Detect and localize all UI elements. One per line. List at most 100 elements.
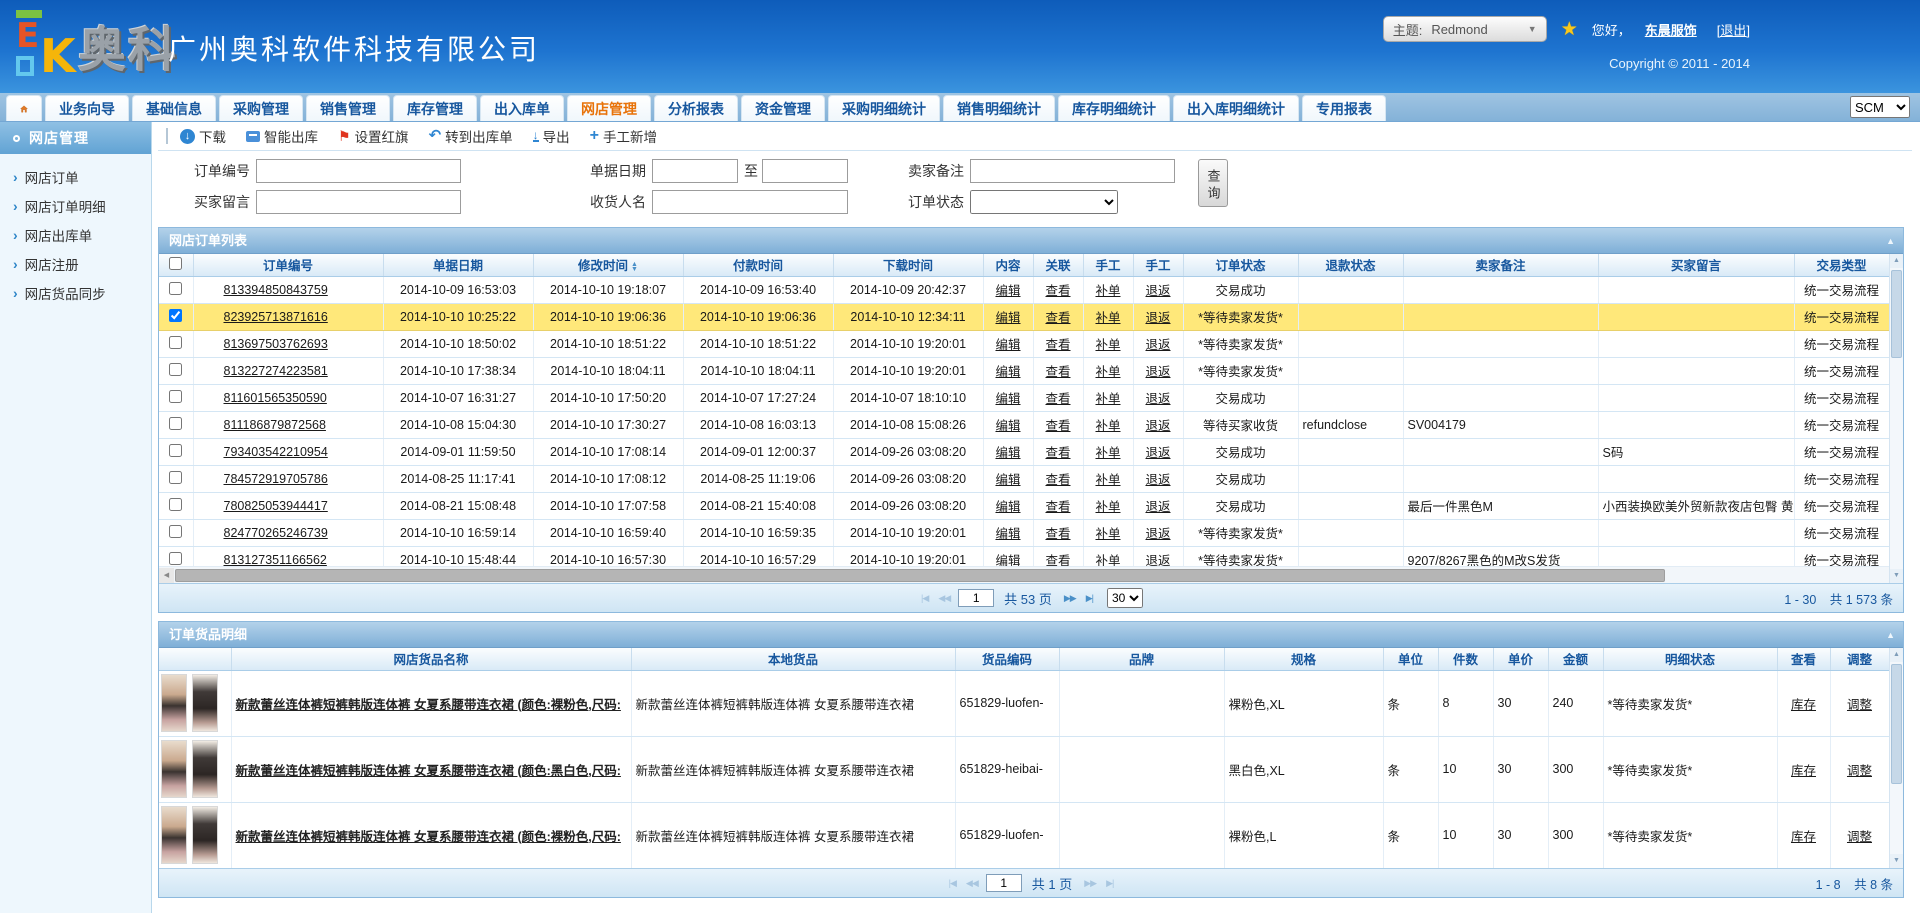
vertical-scroll-thumb[interactable]	[1891, 270, 1902, 358]
adjust-link[interactable]: 调整	[1847, 830, 1872, 844]
return-link[interactable]: 退返	[1145, 527, 1170, 541]
page-size-select[interactable]: 30	[1107, 588, 1143, 608]
order-row[interactable]: 813394850843759 2014-10-09 16:53:03 2014…	[159, 276, 1889, 303]
col-shop-name[interactable]: 网店货品名称	[231, 648, 631, 670]
edit-link[interactable]: 编辑	[995, 419, 1020, 433]
order-row[interactable]: 793403542210954 2014-09-01 11:59:50 2014…	[159, 438, 1889, 465]
edit-link[interactable]: 编辑	[995, 365, 1020, 379]
edit-link[interactable]: 编辑	[995, 392, 1020, 406]
next-page-button[interactable]: ▶▶	[1082, 878, 1098, 889]
sidebar-item[interactable]: › 网店注册	[0, 249, 151, 278]
col-spec[interactable]: 规格	[1224, 648, 1383, 670]
order-number-link[interactable]: 824770265246739	[224, 526, 328, 540]
col-refund-status[interactable]: 退款状态	[1298, 254, 1403, 276]
order-row[interactable]: 824770265246739 2014-10-10 16:59:14 2014…	[159, 519, 1889, 546]
scroll-up-arrow-icon[interactable]: ▲	[1890, 254, 1903, 268]
return-link[interactable]: 退返	[1145, 473, 1170, 487]
col-trade-type[interactable]: 交易类型	[1794, 254, 1889, 276]
scroll-left-arrow-icon[interactable]: ◀	[159, 568, 174, 583]
horizontal-scrollbar[interactable]: ◀	[159, 566, 1889, 583]
collapse-icon[interactable]: ▲	[1886, 622, 1895, 648]
order-row[interactable]: 823925713871616 2014-10-10 10:25:22 2014…	[159, 303, 1889, 330]
row-checkbox[interactable]	[169, 444, 182, 457]
supplement-link[interactable]: 补单	[1095, 500, 1120, 514]
nav-tab[interactable]: 基础信息	[132, 95, 216, 121]
view-link[interactable]: 查看	[1045, 311, 1070, 325]
supplement-link[interactable]: 补单	[1095, 311, 1120, 325]
nav-tab[interactable]: 采购管理	[219, 95, 303, 121]
col-manual-2[interactable]: 手工	[1133, 254, 1183, 276]
order-number-link[interactable]: 784572919705786	[224, 472, 328, 486]
view-link[interactable]: 查看	[1045, 338, 1070, 352]
col-content[interactable]: 内容	[983, 254, 1033, 276]
product-image[interactable]	[161, 806, 187, 864]
edit-link[interactable]: 编辑	[995, 527, 1020, 541]
return-link[interactable]: 退返	[1145, 365, 1170, 379]
shop-product-link[interactable]: 新款蕾丝连体裤短裤韩版连体裤 女夏系腰带连衣裙 (颜色:裸粉色,尺码:	[236, 830, 621, 844]
col-brand[interactable]: 品牌	[1059, 648, 1224, 670]
home-tab[interactable]	[6, 95, 42, 121]
col-price[interactable]: 单价	[1493, 648, 1548, 670]
view-link[interactable]: 查看	[1045, 284, 1070, 298]
date-from-input[interactable]	[652, 159, 738, 183]
return-link[interactable]: 退返	[1145, 419, 1170, 433]
order-row[interactable]: 780825053944417 2014-08-21 15:08:48 2014…	[159, 492, 1889, 519]
seller-memo-input[interactable]	[970, 159, 1175, 183]
page-input[interactable]	[958, 589, 994, 607]
edit-link[interactable]: 编辑	[995, 311, 1020, 325]
col-manual-1[interactable]: 手工	[1083, 254, 1133, 276]
col-code[interactable]: 货品编码	[955, 648, 1059, 670]
view-link[interactable]: 查看	[1045, 527, 1070, 541]
return-link[interactable]: 退返	[1145, 554, 1170, 566]
product-image[interactable]	[192, 674, 218, 732]
order-no-input[interactable]	[256, 159, 461, 183]
order-row[interactable]: 784572919705786 2014-08-25 11:17:41 2014…	[159, 465, 1889, 492]
nav-tab[interactable]: 采购明细统计	[828, 95, 940, 121]
stock-link[interactable]: 库存	[1791, 764, 1816, 778]
supplement-link[interactable]: 补单	[1095, 338, 1120, 352]
col-adjust[interactable]: 调整	[1830, 648, 1889, 670]
shop-product-link[interactable]: 新款蕾丝连体裤短裤韩版连体裤 女夏系腰带连衣裙 (颜色:裸粉色,尺码:	[236, 698, 621, 712]
row-checkbox[interactable]	[169, 417, 182, 430]
order-number-link[interactable]: 813127351166562	[224, 553, 327, 567]
adjust-link[interactable]: 调整	[1847, 698, 1872, 712]
sidebar-item[interactable]: › 网店订单	[0, 162, 151, 191]
col-modify-time[interactable]: 修改时间▲▼	[533, 254, 683, 276]
col-pay-time[interactable]: 付款时间	[683, 254, 833, 276]
nav-tab[interactable]: 库存明细统计	[1058, 95, 1170, 121]
col-buyer-msg[interactable]: 买家留言	[1598, 254, 1794, 276]
order-number-link[interactable]: 793403542210954	[224, 445, 328, 459]
sidebar-item[interactable]: › 网店货品同步	[0, 278, 151, 307]
supplement-link[interactable]: 补单	[1095, 446, 1120, 460]
edit-link[interactable]: 编辑	[995, 446, 1020, 460]
order-row[interactable]: 811186879872568 2014-10-08 15:04:30 2014…	[159, 411, 1889, 438]
supplement-link[interactable]: 补单	[1095, 365, 1120, 379]
return-link[interactable]: 退返	[1145, 392, 1170, 406]
row-checkbox[interactable]	[169, 363, 182, 376]
sort-icon[interactable]: ▲▼	[631, 262, 638, 272]
nav-tab[interactable]: 出入库明细统计	[1173, 95, 1299, 121]
nav-tab[interactable]: 业务向导	[45, 95, 129, 121]
row-checkbox[interactable]	[169, 552, 182, 565]
user-link[interactable]: 东晨服饰	[1645, 20, 1697, 39]
receiver-input[interactable]	[652, 190, 848, 214]
adjust-link[interactable]: 调整	[1847, 764, 1872, 778]
order-status-select[interactable]	[970, 190, 1118, 214]
row-checkbox[interactable]	[169, 471, 182, 484]
return-link[interactable]: 退返	[1145, 284, 1170, 298]
date-to-input[interactable]	[762, 159, 848, 183]
supplement-link[interactable]: 补单	[1095, 284, 1120, 298]
logout-link[interactable]: [退出]	[1717, 20, 1750, 39]
detail-row[interactable]: 新款蕾丝连体裤短裤韩版连体裤 女夏系腰带连衣裙 (颜色:裸粉色,尺码: 新款蕾丝…	[159, 670, 1889, 736]
return-link[interactable]: 退返	[1145, 446, 1170, 460]
row-checkbox[interactable]	[169, 498, 182, 511]
edit-link[interactable]: 编辑	[995, 338, 1020, 352]
col-unit[interactable]: 单位	[1383, 648, 1438, 670]
stock-link[interactable]: 库存	[1791, 830, 1816, 844]
view-link[interactable]: 查看	[1045, 473, 1070, 487]
nav-tab[interactable]: 专用报表	[1302, 95, 1386, 121]
vertical-scrollbar[interactable]: ▲ ▼	[1889, 648, 1903, 868]
nav-tab[interactable]: 库存管理	[393, 95, 477, 121]
view-link[interactable]: 查看	[1045, 392, 1070, 406]
page-input[interactable]	[986, 874, 1022, 892]
